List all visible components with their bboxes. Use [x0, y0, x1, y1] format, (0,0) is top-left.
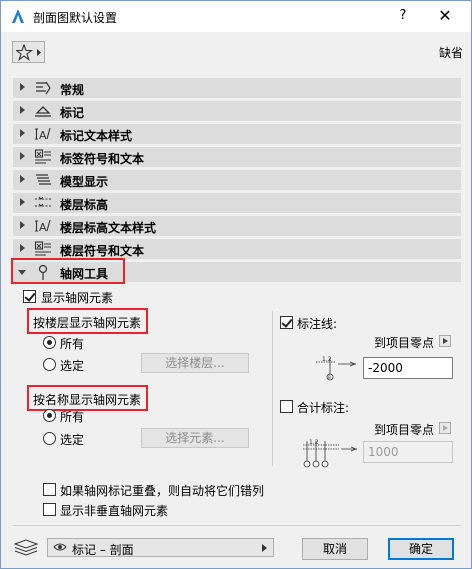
by-story-selected-radio[interactable]: [43, 358, 56, 371]
stagger-markers-label: 如果轴网标记重叠，则自动将它们错列: [60, 484, 265, 498]
panel-label: 标记: [60, 106, 85, 120]
archicad-app-icon: [12, 9, 24, 23]
cumulative-ref-arrow-icon[interactable]: [439, 422, 451, 434]
by-story-all-radio[interactable]: [43, 336, 56, 349]
panel-story-symbol-text[interactable]: 楼层符号和文本: [13, 239, 461, 259]
cumulative-dimension-preview-icon: 1.2: [303, 439, 358, 468]
select-stories-button[interactable]: 选择楼层...: [141, 353, 249, 373]
by-story-all-label: 所有: [60, 337, 85, 351]
panel-marker[interactable]: 标记: [13, 101, 461, 121]
cumulative-value-input[interactable]: 1000: [363, 441, 453, 463]
dimension-line-value-input[interactable]: -2000: [363, 357, 453, 379]
expand-arrow-icon: [20, 175, 25, 183]
panel-story-level[interactable]: 楼层标高: [13, 193, 461, 213]
expand-arrow-icon: [20, 83, 25, 91]
panel-model-display[interactable]: 模型显示: [13, 170, 461, 190]
highlight-grid-tool: [11, 258, 125, 284]
panel-marker-text-style[interactable]: A 标记文本样式: [13, 124, 461, 144]
panel-label: 模型显示: [60, 175, 109, 189]
panel-label: 楼层标高: [60, 198, 109, 212]
marker-text-style-icon: A: [35, 127, 51, 142]
svg-text:A: A: [39, 129, 47, 142]
by-name-all-radio[interactable]: [43, 409, 56, 422]
model-display-icon: [36, 174, 51, 185]
panel-general[interactable]: 常规: [13, 78, 461, 98]
dimension-line-preview-icon: 1.2 B: [316, 356, 357, 381]
story-symbol-text-icon: [34, 241, 51, 256]
default-label: 缺省: [439, 46, 464, 60]
title-bar: 剖面图默认设置 ? ✕: [1, 1, 471, 32]
expand-arrow-icon: [20, 221, 25, 229]
expand-arrow-icon: [20, 129, 25, 137]
general-icon: [36, 81, 51, 95]
stagger-markers-checkbox[interactable]: [43, 483, 56, 496]
by-name-title: 按名称显示轴网元素: [33, 393, 142, 407]
dimension-line-ref-label: 到项目零点: [374, 336, 435, 350]
favorites-button[interactable]: [12, 41, 45, 63]
by-name-selected-radio[interactable]: [43, 432, 56, 445]
expand-arrow-icon: [20, 198, 25, 206]
show-grid-label: 显示轴网元素: [41, 291, 114, 305]
by-story-title: 按楼层显示轴网元素: [33, 316, 142, 330]
footer-divider: [13, 525, 461, 526]
panel-label: 楼层标高文本样式: [60, 221, 157, 235]
svg-text:B: B: [328, 375, 331, 380]
window-title: 剖面图默认设置: [33, 11, 118, 25]
show-grid-checkbox[interactable]: [23, 290, 36, 303]
select-elements-button[interactable]: 选择元素...: [141, 428, 249, 448]
expand-arrow-icon: [20, 244, 25, 252]
show-non-vertical-checkbox[interactable]: [43, 503, 56, 516]
eye-icon: [53, 543, 67, 551]
star-icon: [16, 44, 41, 61]
dimension-line-checkbox[interactable]: [280, 316, 293, 329]
dimension-line-label: 标注线:: [297, 317, 338, 331]
ok-button[interactable]: 确定: [388, 538, 454, 560]
dimension-line-ref-arrow-icon[interactable]: [439, 335, 451, 347]
panel-tag-symbol-text[interactable]: 标签符号和文本: [13, 147, 461, 167]
dropdown-arrow-icon: [262, 544, 267, 552]
expand-arrow-icon: [20, 106, 25, 114]
story-level-icon: [35, 196, 51, 207]
svg-text:1.2: 1.2: [309, 439, 319, 446]
marker-icon: [35, 106, 51, 117]
by-name-selected-label: 选定: [60, 433, 85, 447]
close-button[interactable]: ✕: [435, 6, 455, 26]
cumulative-ref-label: 到项目零点: [374, 423, 435, 437]
svg-text:A: A: [39, 221, 47, 234]
layers-icon: [13, 539, 39, 556]
tag-symbol-text-icon: [34, 149, 51, 164]
by-name-all-label: 所有: [60, 410, 85, 424]
help-button[interactable]: ?: [393, 6, 413, 26]
story-level-text-style-icon: A: [35, 219, 51, 234]
panel-label: 标记文本样式: [60, 129, 133, 143]
panel-label: 常规: [60, 83, 85, 97]
panel-label: 楼层符号和文本: [60, 244, 145, 258]
cumulative-dimension-checkbox[interactable]: [280, 400, 293, 413]
cancel-button[interactable]: 取消: [302, 538, 368, 560]
cumulative-dimension-label: 合计标注:: [297, 401, 350, 415]
layer-dropdown[interactable]: 标记 – 剖面: [47, 538, 274, 557]
panel-story-level-text-style[interactable]: A 楼层标高文本样式: [13, 216, 461, 236]
show-non-vertical-label: 显示非垂直轴网元素: [60, 504, 169, 518]
vertical-divider: [272, 311, 273, 466]
by-story-selected-label: 选定: [60, 359, 85, 373]
panel-label: 标签符号和文本: [60, 152, 145, 166]
layer-dropdown-value: 标记 – 剖面: [72, 543, 134, 557]
expand-arrow-icon: [20, 152, 25, 160]
dialog-window: 剖面图默认设置 ? ✕ 缺省 常规 标记 A 标记文本样式 标签符号和文本 模型…: [0, 0, 472, 569]
